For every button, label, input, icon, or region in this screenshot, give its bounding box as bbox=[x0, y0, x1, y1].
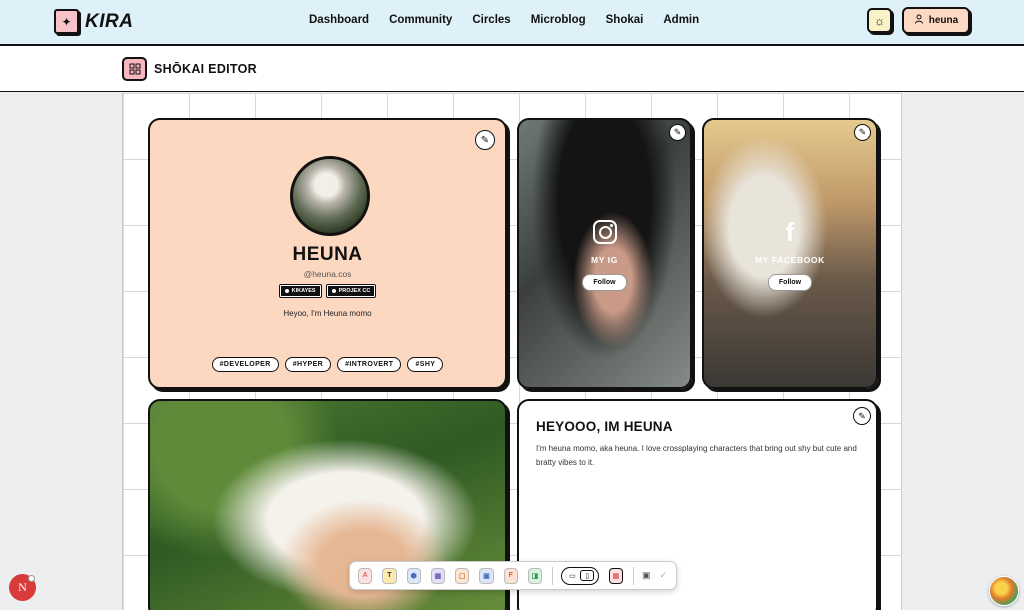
profile-tags: #DEVELOPER #HYPER #INTROVERT #SHY bbox=[150, 357, 505, 372]
frame-icon: ▢ bbox=[458, 572, 466, 580]
dot-icon bbox=[331, 289, 336, 293]
sparkle-icon: ✦ bbox=[54, 9, 79, 34]
facebook-content: f MY FACEBOOK Follow bbox=[704, 218, 876, 291]
grid-icon: ▦ bbox=[434, 572, 442, 580]
edit-profile-button[interactable]: ✎ bbox=[475, 130, 495, 150]
profile-card[interactable]: ✎ HEUNA @heuna.cos KIKAYES PROJEX CC Hey… bbox=[148, 118, 507, 389]
facebook-icon: f bbox=[785, 217, 795, 247]
nav-link-community[interactable]: Community bbox=[389, 14, 452, 26]
text-icon: T bbox=[387, 572, 392, 579]
instagram-content: MY IG Follow bbox=[519, 218, 690, 291]
edit-facebook-button[interactable]: ✎ bbox=[854, 124, 871, 141]
page-title: SHŌKAI EDITOR bbox=[154, 62, 257, 76]
text-card-title: HEYOOO, IM HEUNA bbox=[536, 419, 673, 434]
device-toggle: ▭ ▯ bbox=[561, 566, 599, 585]
tag-introvert[interactable]: #INTROVERT bbox=[337, 357, 402, 372]
pencil-icon: ✎ bbox=[673, 127, 682, 137]
badge: PROJEX CC bbox=[325, 284, 377, 298]
toolbar-divider bbox=[552, 566, 553, 585]
profile-bio: Heyoo, I'm Heuna momo bbox=[283, 309, 372, 318]
editor-header: SHŌKAI EDITOR bbox=[0, 46, 1024, 92]
nav-link-admin[interactable]: Admin bbox=[663, 14, 699, 26]
tool-image[interactable]: ▣ bbox=[479, 567, 494, 584]
theme-toggle-button[interactable]: ☼ bbox=[867, 8, 892, 33]
facebook-label: MY FACEBOOK bbox=[755, 255, 825, 265]
save-icon[interactable]: ▣ bbox=[642, 570, 651, 581]
tag-hyper[interactable]: #HYPER bbox=[284, 357, 332, 372]
desktop-view-button[interactable]: ▭ bbox=[565, 570, 579, 581]
nav-link-circles[interactable]: Circles bbox=[472, 14, 510, 26]
person-icon: A bbox=[362, 572, 368, 579]
edit-instagram-button[interactable]: ✎ bbox=[669, 124, 686, 141]
tag-shy[interactable]: #SHY bbox=[407, 357, 444, 372]
hexagon-icon: ⬢ bbox=[410, 572, 417, 580]
tool-apps[interactable]: ▦ bbox=[608, 567, 624, 584]
nav-link-dashboard[interactable]: Dashboard bbox=[309, 14, 369, 26]
avatar bbox=[290, 156, 370, 236]
tag-developer[interactable]: #DEVELOPER bbox=[211, 357, 279, 372]
tool-shape[interactable]: ⬢ bbox=[406, 567, 421, 584]
badge-label: KIKAYES bbox=[291, 288, 316, 294]
nav-links: Dashboard Community Circles Microblog Sh… bbox=[309, 14, 699, 26]
tool-avatar[interactable]: A bbox=[358, 567, 373, 584]
toolbar-divider bbox=[633, 566, 634, 585]
app-name: KIRA bbox=[85, 10, 134, 32]
badge-label: PROJEX CC bbox=[338, 288, 371, 294]
badge: KIKAYES bbox=[278, 284, 322, 298]
user-name: heuna bbox=[928, 15, 959, 26]
instagram-icon bbox=[591, 218, 619, 246]
pencil-icon: ✎ bbox=[858, 410, 866, 421]
notification-dot bbox=[28, 575, 35, 582]
n-icon: N bbox=[18, 580, 27, 594]
pencil-icon: ✎ bbox=[858, 127, 867, 137]
assistant-button[interactable] bbox=[989, 576, 1019, 606]
profile-handle: @heuna.cos bbox=[303, 269, 352, 279]
pencil-icon: ✎ bbox=[480, 134, 490, 146]
user-menu-button[interactable]: heuna bbox=[902, 7, 970, 34]
facebook-card[interactable]: ✎ f MY FACEBOOK Follow bbox=[702, 118, 878, 389]
mobile-view-button[interactable]: ▯ bbox=[580, 570, 595, 581]
nav-link-shokai[interactable]: Shokai bbox=[606, 14, 644, 26]
tool-layout[interactable]: ◨ bbox=[527, 567, 543, 584]
top-nav: ✦ KIRA Dashboard Community Circles Micro… bbox=[0, 0, 1024, 46]
tool-frame[interactable]: ▢ bbox=[455, 567, 470, 584]
grid-icon bbox=[122, 57, 147, 81]
tool-text[interactable]: T bbox=[382, 567, 397, 584]
edit-text-button[interactable]: ✎ bbox=[853, 407, 871, 425]
profile-name: HEUNA bbox=[292, 244, 363, 265]
check-icon[interactable]: ✓ bbox=[659, 570, 667, 581]
facebook-follow-button[interactable]: Follow bbox=[767, 274, 813, 291]
editor-toolbar: A T ⬢ ▦ ▢ ▣ F ◨ ▭ ▯ ▦ ▣ ✓ bbox=[349, 561, 677, 590]
app-logo[interactable]: ✦ KIRA bbox=[54, 9, 133, 34]
tool-facebook[interactable]: F bbox=[503, 567, 518, 584]
apps-icon: ▦ bbox=[612, 572, 620, 580]
nav-link-microblog[interactable]: Microblog bbox=[531, 14, 586, 26]
profile-badges: KIKAYES PROJEX CC bbox=[150, 284, 505, 298]
text-card-body: I'm heuna momo, aka heuna. I love crossp… bbox=[536, 444, 857, 467]
instagram-label: MY IG bbox=[591, 255, 618, 265]
user-icon bbox=[914, 14, 924, 27]
layout-icon: ◨ bbox=[531, 572, 539, 580]
facebook-icon: F bbox=[508, 572, 513, 579]
image-icon: ▣ bbox=[483, 572, 490, 580]
instagram-follow-button[interactable]: Follow bbox=[582, 274, 627, 291]
instagram-card[interactable]: ✎ MY IG Follow bbox=[517, 118, 692, 389]
tool-grid[interactable]: ▦ bbox=[430, 567, 446, 584]
sun-icon: ☼ bbox=[874, 13, 885, 28]
dot-icon bbox=[284, 289, 289, 293]
